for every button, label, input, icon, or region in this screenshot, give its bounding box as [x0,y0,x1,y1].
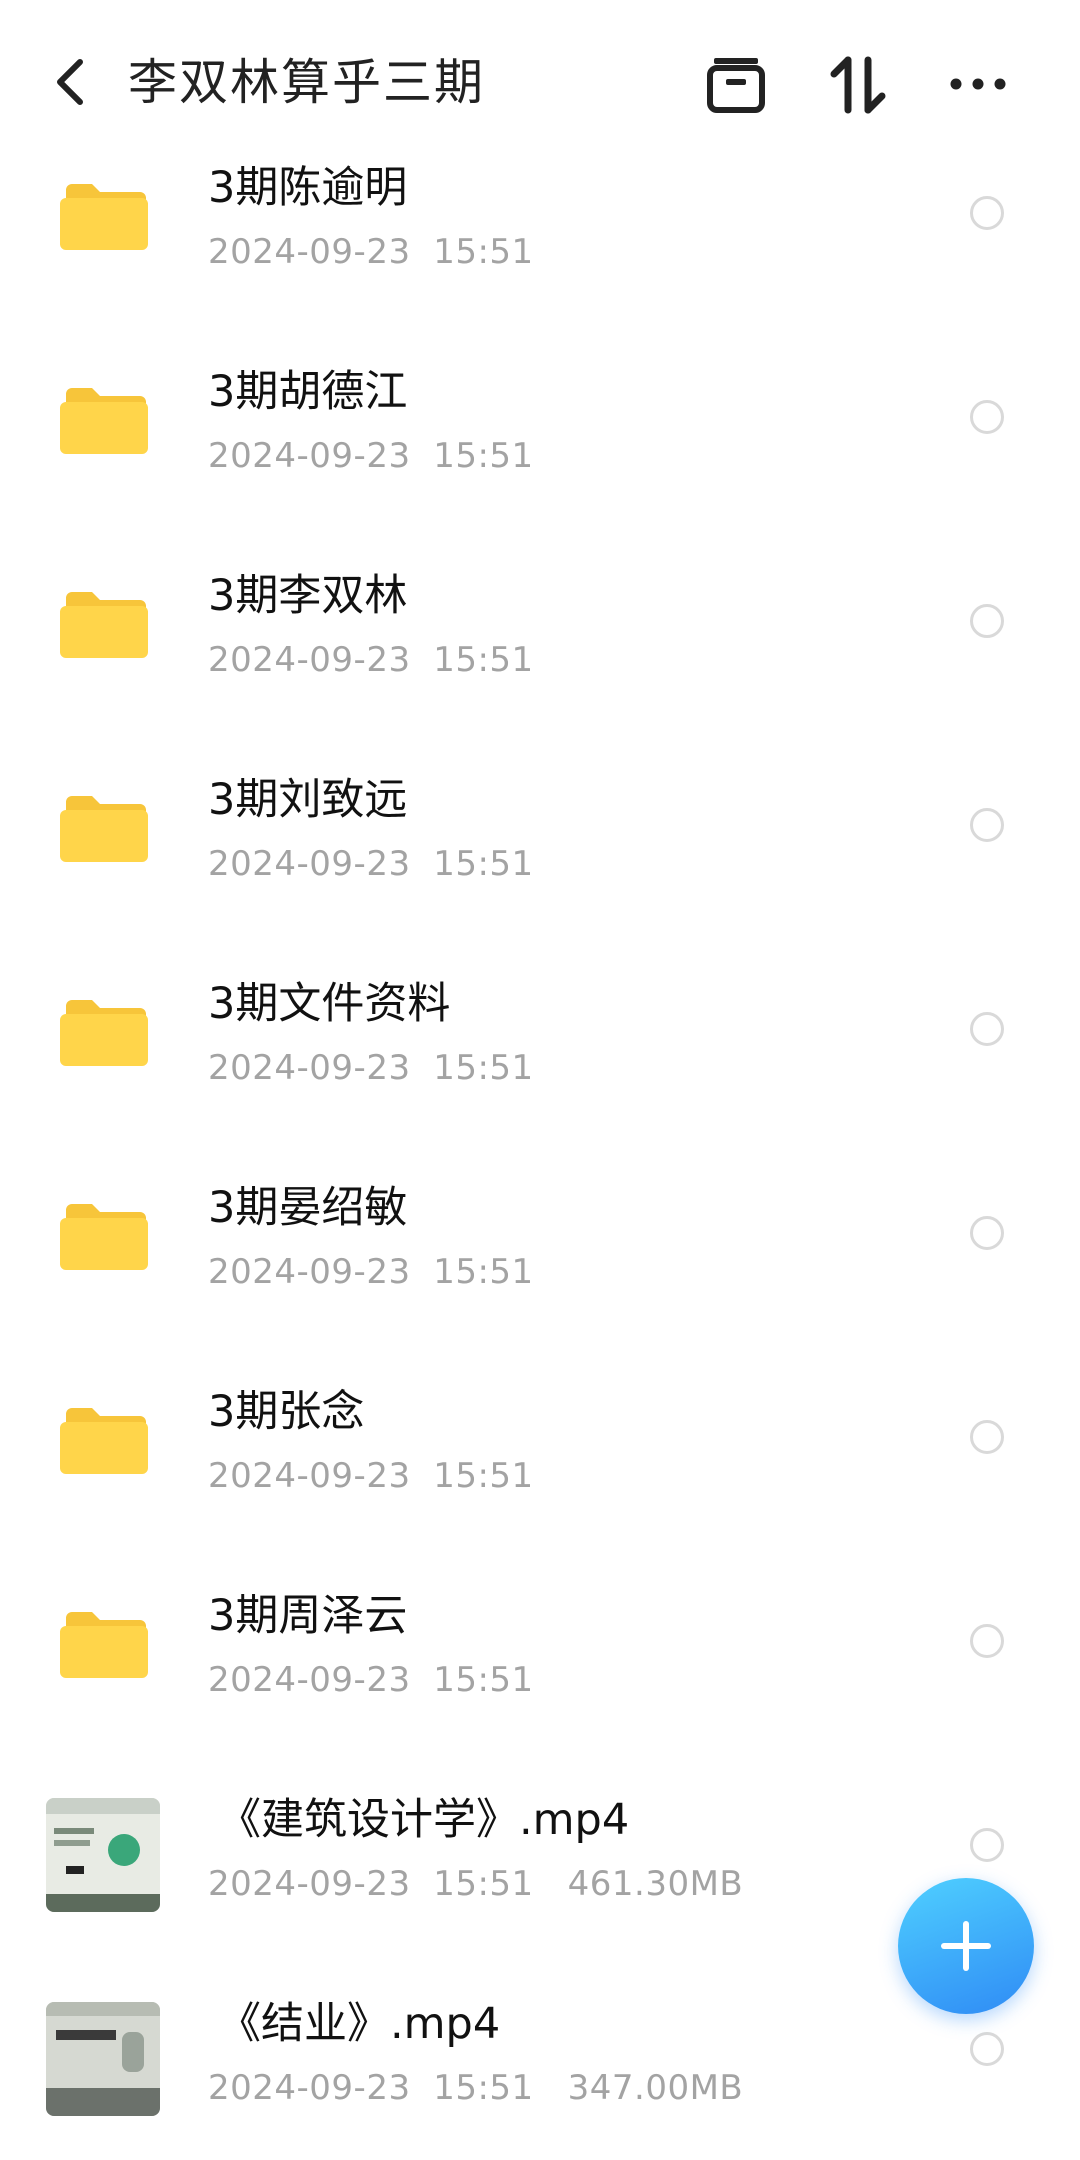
folder-icon [60,1000,148,1066]
add-button[interactable] [898,1878,1034,2014]
sort-icon[interactable] [826,52,890,116]
list-item[interactable]: 3期胡德江 2024-09-23 15:51 [0,324,1080,528]
more-icon[interactable] [946,52,1010,116]
item-meta: 2024-09-23 15:51 [208,1252,534,1292]
select-radio[interactable] [970,808,1004,842]
list-item[interactable]: 3期文件资料 2024-09-23 15:51 [0,936,1080,1140]
list-item[interactable]: 3期刘致远 2024-09-23 15:51 [0,732,1080,936]
item-meta: 2024-09-23 15:51 [208,1456,534,1496]
item-meta: 2024-09-23 15:51 461.30MB [208,1864,744,1904]
list-item[interactable]: 3期李双林 2024-09-23 15:51 [0,528,1080,732]
item-name: 3期张念 [208,1387,365,1437]
list-item[interactable]: 3期张念 2024-09-23 15:51 [0,1344,1080,1548]
item-name: 3期李双林 [208,571,408,621]
item-name: 3期胡德江 [208,367,408,417]
select-radio[interactable] [970,1828,1004,1862]
folder-icon [60,592,148,658]
video-thumbnail [46,1798,160,1912]
item-meta: 2024-09-23 15:51 [208,640,534,680]
select-radio[interactable] [970,1624,1004,1658]
item-name: 《结业》.mp4 [218,1999,501,2049]
item-name: 《建筑设计学》.mp4 [218,1795,630,1845]
folder-icon [60,184,148,250]
select-radio[interactable] [970,2032,1004,2066]
item-meta: 2024-09-23 15:51 [208,232,534,272]
folder-icon [60,1408,148,1474]
video-thumbnail [46,2002,160,2116]
select-radio[interactable] [970,604,1004,638]
item-meta: 2024-09-23 15:51 [208,1660,534,1700]
select-radio[interactable] [970,400,1004,434]
select-radio[interactable] [970,1012,1004,1046]
select-radio[interactable] [970,196,1004,230]
folder-icon [60,796,148,862]
item-name: 3期文件资料 [208,979,451,1029]
archive-icon[interactable] [704,52,768,116]
item-name: 3期刘致远 [208,775,408,825]
select-radio[interactable] [970,1420,1004,1454]
item-name: 3期周泽云 [208,1591,408,1641]
top-bar: 李双林算乎三期 [0,0,1080,160]
select-radio[interactable] [970,1216,1004,1250]
plus-icon [941,1921,991,1971]
item-meta: 2024-09-23 15:51 [208,1048,534,1088]
folder-icon [60,1612,148,1678]
list-item[interactable]: 3期晏绍敏 2024-09-23 15:51 [0,1140,1080,1344]
item-meta: 2024-09-23 15:51 347.00MB [208,2068,744,2108]
folder-title: 李双林算乎三期 [128,54,486,111]
folder-icon [60,1204,148,1270]
item-meta: 2024-09-23 15:51 [208,436,534,476]
item-name: 3期晏绍敏 [208,1183,408,1233]
item-name: 3期陈逾明 [208,163,408,213]
folder-icon [60,388,148,454]
item-meta: 2024-09-23 15:51 [208,844,534,884]
list-item[interactable]: 3期周泽云 2024-09-23 15:51 [0,1548,1080,1752]
back-chevron-icon[interactable] [44,52,104,112]
